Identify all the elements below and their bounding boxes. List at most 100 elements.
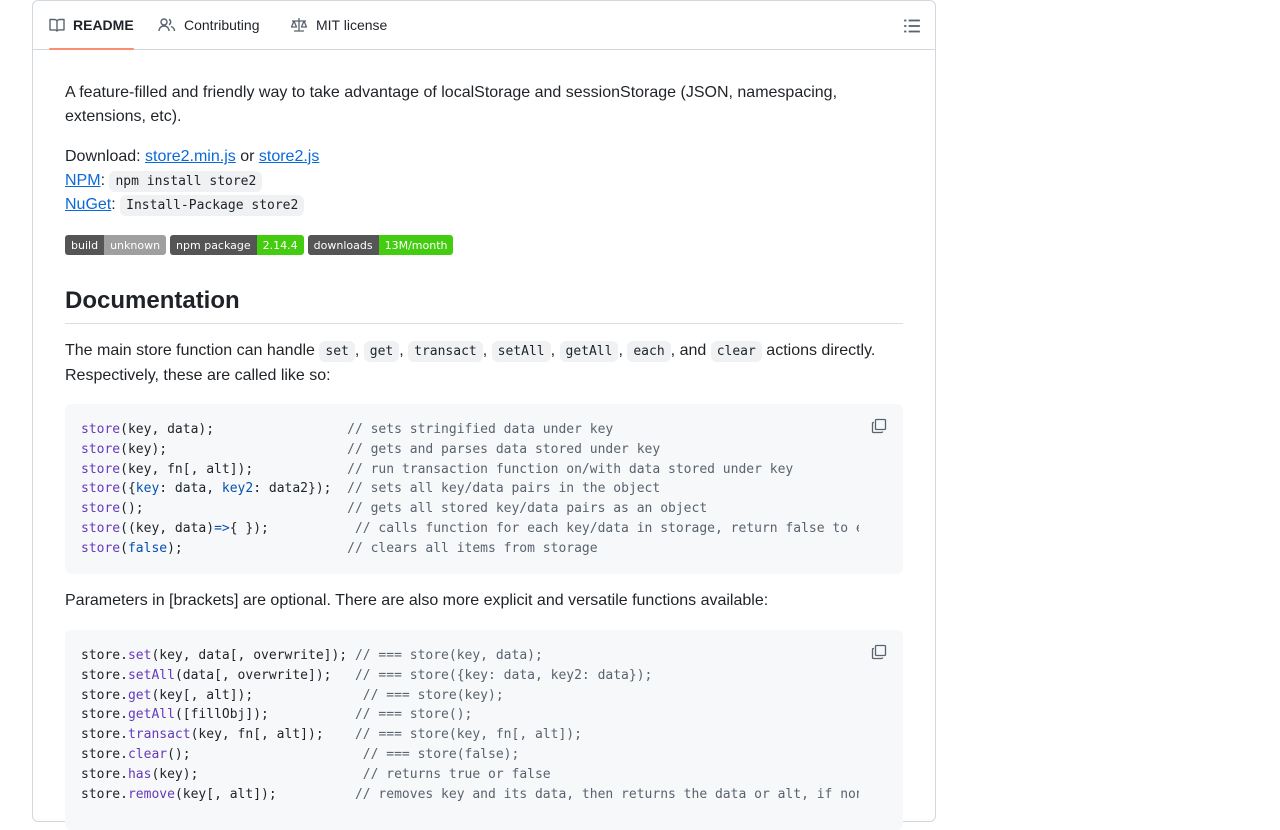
law-icon bbox=[290, 18, 308, 32]
action-each: each bbox=[627, 341, 671, 362]
code-line: store.transact(key, fn[, alt]); // === s… bbox=[81, 725, 859, 745]
code-token: store. bbox=[81, 667, 128, 683]
action-getall: getAll bbox=[559, 341, 619, 362]
code-token: set bbox=[127, 648, 152, 663]
code-line: store((key, data)=>{ }); // calls functi… bbox=[81, 519, 859, 539]
code-token: store bbox=[81, 461, 121, 477]
code-token: (key[, alt]); bbox=[151, 687, 363, 703]
code-token: store bbox=[81, 422, 121, 437]
npm-link[interactable]: NPM bbox=[65, 172, 101, 189]
code-line: store.get(key[, alt]); // === store(key)… bbox=[81, 686, 859, 706]
code-token: { }); bbox=[229, 520, 355, 536]
code-token: store bbox=[81, 520, 121, 536]
code-token: (key); bbox=[120, 441, 348, 457]
code-line: store(); // gets all stored key/data pai… bbox=[81, 499, 859, 519]
action-get: get bbox=[363, 341, 400, 362]
store2-min-link[interactable]: store2.min.js bbox=[145, 148, 236, 165]
code-token: store bbox=[81, 501, 121, 517]
code-token: remove bbox=[127, 786, 175, 802]
code-comment: // === store(key); bbox=[362, 687, 504, 703]
tab-license-label: MIT license bbox=[316, 17, 388, 33]
code-token: has bbox=[127, 766, 152, 782]
code-comment: // === store(false); bbox=[362, 746, 520, 762]
downloads-badge[interactable]: downloads 13M/month bbox=[307, 235, 454, 255]
code-line: store.setAll(data[, overwrite]); // === … bbox=[81, 666, 859, 686]
tab-contributing-label: Contributing bbox=[184, 17, 260, 33]
code-token: store. bbox=[81, 648, 128, 663]
code-comment: // calls function for each key/data in s… bbox=[354, 520, 859, 536]
code-comment: // clears all items from storage bbox=[347, 540, 598, 556]
tab-license[interactable]: MIT license bbox=[290, 1, 387, 49]
npm-line: NPM: npm install store2 bbox=[65, 169, 903, 194]
code-line: store(key, fn[, alt]); // run transactio… bbox=[81, 460, 859, 480]
code-comment: // sets stringified data under key bbox=[347, 422, 614, 437]
code-token: (key, data[, overwrite]); bbox=[151, 648, 355, 663]
npm-package-badge[interactable]: npm package 2.14.4 bbox=[170, 235, 304, 255]
code-token: (key); bbox=[151, 766, 363, 782]
outline-menu-icon[interactable] bbox=[903, 17, 921, 35]
code-token: setAll bbox=[127, 667, 175, 683]
code-comment: // run transaction function on/with data… bbox=[347, 461, 794, 477]
npm-install-command: npm install store2 bbox=[109, 171, 263, 192]
code-token: ([fillObj]); bbox=[174, 707, 355, 723]
code-line: store(key, data); // sets stringified da… bbox=[81, 420, 859, 440]
code-token: store. bbox=[81, 746, 128, 762]
code-comment: // gets and parses data stored under key bbox=[347, 441, 661, 457]
code-token: (key, data); bbox=[120, 422, 348, 437]
code-line: store.has(key); // returns true or false bbox=[81, 765, 859, 785]
code-token: key2 bbox=[221, 481, 254, 497]
nuget-link[interactable]: NuGet bbox=[65, 196, 111, 213]
code-lines: store.set(key, data[, overwrite]); // ==… bbox=[81, 646, 859, 804]
nuget-install-command: Install-Package store2 bbox=[120, 195, 305, 216]
code-token: false bbox=[127, 540, 168, 556]
code-token: store bbox=[81, 481, 121, 497]
code-token: transact bbox=[127, 727, 191, 743]
documentation-heading: Documentation bbox=[65, 283, 903, 324]
code-token: store bbox=[81, 441, 121, 457]
tab-contributing[interactable]: Contributing bbox=[158, 1, 260, 49]
code-comment: // === store({key: data, key2: data}); bbox=[354, 667, 653, 683]
code-comment: // === store(key, data); bbox=[354, 648, 543, 663]
code-token: store. bbox=[81, 707, 128, 723]
badge-row: build unknown npm package 2.14.4 downloads… bbox=[65, 235, 454, 255]
documentation-paragraph: The main store function can handle set, … bbox=[65, 341, 876, 384]
code-line: store.clear(); // === store(false); bbox=[81, 745, 859, 765]
code-comment: // === store(key, fn[, alt]); bbox=[354, 727, 582, 743]
code-comment: // removes key and its data, then return… bbox=[354, 786, 859, 802]
code-token: store. bbox=[81, 727, 128, 743]
code-token: store bbox=[81, 540, 121, 556]
copy-icon[interactable] bbox=[871, 644, 887, 660]
code-comment: // returns true or false bbox=[362, 766, 551, 782]
code-comment: // === store(); bbox=[354, 707, 473, 723]
code-token: : data, bbox=[159, 481, 222, 497]
code-line: store.getAll([fillObj]); // === store(); bbox=[81, 705, 859, 725]
code-token: ); bbox=[167, 540, 348, 556]
store2-link[interactable]: store2.js bbox=[259, 148, 319, 165]
code-comment: // sets all key/data pairs in the object bbox=[347, 481, 661, 497]
tab-readme-label: README bbox=[73, 17, 134, 33]
code-token: ({ bbox=[120, 481, 136, 497]
readme-panel: README Contributing MIT license A featur… bbox=[32, 0, 936, 830]
code-line: store.set(key, data[, overwrite]); // ==… bbox=[81, 646, 859, 666]
code-token: store. bbox=[81, 786, 128, 802]
store-usage-code-block: store(key, data); // sets stringified da… bbox=[65, 404, 903, 574]
tab-readme[interactable]: README bbox=[49, 1, 134, 50]
code-token: => bbox=[214, 520, 230, 536]
code-token: (key, fn[, alt]); bbox=[190, 727, 355, 743]
code-token: (key, fn[, alt]); bbox=[120, 461, 348, 477]
code-line: store({key: data, key2: data2}); // sets… bbox=[81, 479, 859, 499]
code-token: store. bbox=[81, 766, 128, 782]
code-token: getAll bbox=[127, 707, 175, 723]
code-token: store. bbox=[81, 687, 128, 703]
build-badge[interactable]: build unknown bbox=[65, 235, 167, 255]
copy-icon[interactable] bbox=[871, 418, 887, 434]
action-setall: setAll bbox=[491, 341, 551, 362]
code-token: (); bbox=[120, 501, 348, 517]
optional-params-paragraph: Parameters in [brackets] are optional. T… bbox=[65, 592, 769, 609]
action-transact: transact bbox=[408, 341, 483, 362]
people-icon bbox=[158, 18, 176, 32]
code-token: (data[, overwrite]); bbox=[174, 667, 355, 683]
store-methods-code-block: store.set(key, data[, overwrite]); // ==… bbox=[65, 630, 903, 830]
code-token: clear bbox=[127, 746, 168, 762]
code-token: (key[, alt]); bbox=[174, 786, 355, 802]
